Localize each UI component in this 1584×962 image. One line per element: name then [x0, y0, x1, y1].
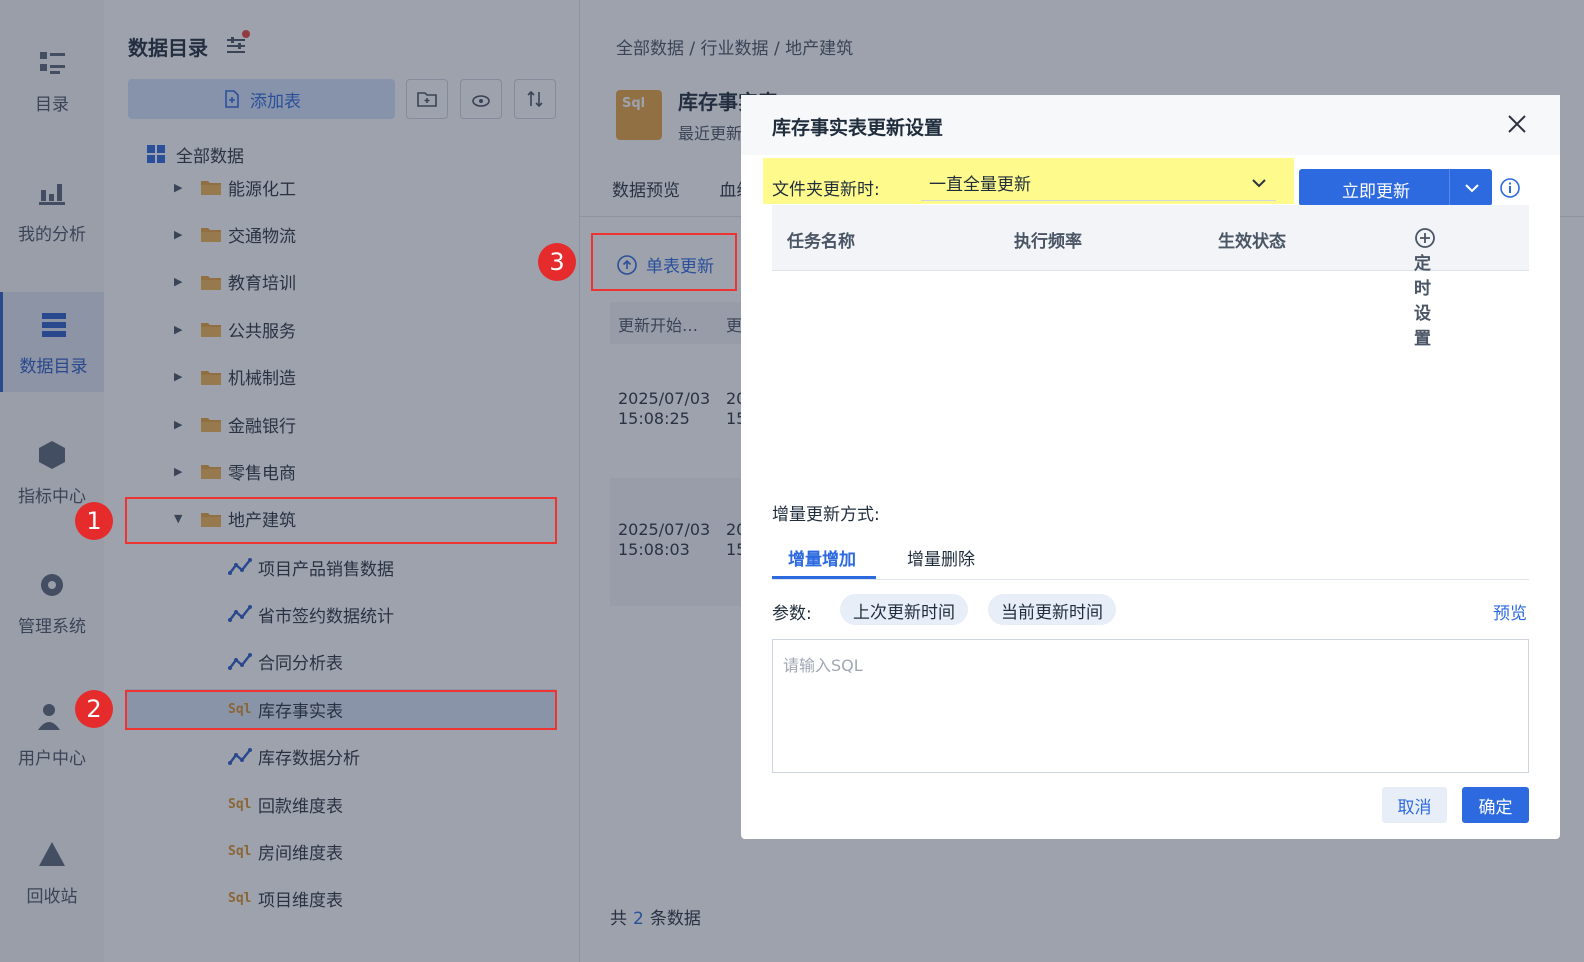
col-task-name: 任务名称 — [787, 232, 855, 252]
param-chip-last-update[interactable]: 上次更新时间 — [840, 594, 968, 625]
close-icon[interactable] — [1506, 113, 1528, 135]
tab-incremental-delete[interactable]: 增量删除 — [907, 545, 975, 570]
cancel-button[interactable]: 取消 — [1382, 787, 1447, 823]
dialog-title: 库存事实表更新设置 — [772, 117, 944, 139]
preview-link[interactable]: 预览 — [1493, 599, 1527, 624]
incremental-label: 增量更新方式: — [772, 505, 880, 525]
annotation-box-2 — [125, 690, 557, 730]
incremental-tabs: 增量增加 增量删除 — [772, 535, 1529, 580]
annotation-badge-3: 3 — [538, 243, 576, 281]
annotation-box-3 — [591, 233, 737, 291]
annotation-badge-2: 2 — [75, 690, 113, 728]
folder-update-label: 文件夹更新时: — [772, 180, 880, 200]
update-settings-dialog: 库存事实表更新设置 文件夹更新时: 一直全量更新 立即更新 任务名称 执行频率 … — [741, 95, 1560, 839]
schedule-setting-button[interactable]: 定时设置 — [1414, 227, 1436, 349]
params-label: 参数: — [772, 604, 812, 624]
update-mode-value: 一直全量更新 — [929, 175, 1031, 195]
annotation-badge-1: 1 — [75, 502, 113, 540]
plus-circle-icon — [1415, 228, 1435, 248]
col-status: 生效状态 — [1218, 232, 1286, 252]
tab-incremental-add[interactable]: 增量增加 — [788, 545, 856, 570]
task-table-header: 任务名称 执行频率 生效状态 定时设置 — [772, 205, 1529, 349]
info-icon[interactable] — [1499, 177, 1521, 199]
param-chip-current-update[interactable]: 当前更新时间 — [988, 594, 1116, 625]
active-tab-indicator — [772, 576, 876, 579]
annotation-box-1 — [125, 497, 557, 544]
sql-input[interactable] — [772, 639, 1529, 773]
update-now-button[interactable]: 立即更新 — [1299, 169, 1492, 206]
update-now-label: 立即更新 — [1342, 182, 1410, 202]
chevron-down-icon — [1252, 178, 1266, 187]
button-divider — [1449, 169, 1450, 206]
schedule-setting-label: 定时设置 — [1414, 254, 1431, 349]
update-mode-select[interactable]: 一直全量更新 — [921, 165, 1276, 201]
confirm-button[interactable]: 确定 — [1462, 787, 1529, 823]
col-frequency: 执行频率 — [1014, 232, 1082, 252]
chevron-down-icon[interactable] — [1463, 179, 1481, 197]
